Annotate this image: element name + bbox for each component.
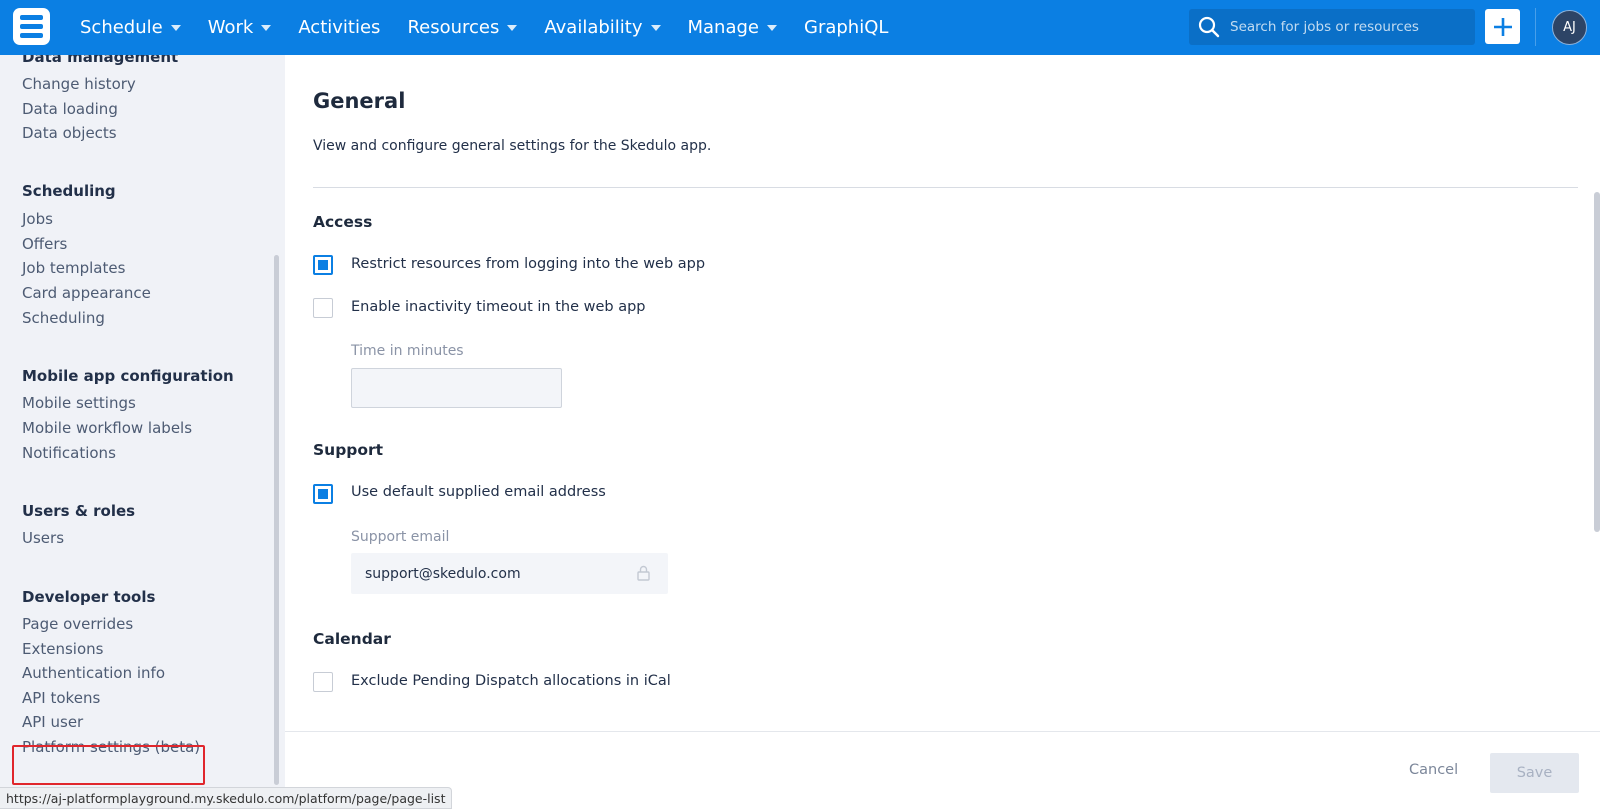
sidebar-item-authentication-info[interactable]: Authentication info [22, 664, 165, 682]
sidebar-item-mobile-settings[interactable]: Mobile settings [22, 394, 136, 412]
nav-label: Activities [298, 17, 381, 38]
nav-resources[interactable]: Resources [407, 17, 518, 38]
support-email-field: support@skedulo.com [351, 553, 668, 594]
access-heading: Access [313, 213, 373, 231]
nav-graphiql[interactable]: GraphiQL [804, 17, 888, 38]
main-nav: Schedule Work Activities Resources Avail… [80, 0, 915, 55]
default-email-checkbox[interactable] [313, 484, 333, 504]
restrict-resources-checkbox[interactable] [313, 255, 333, 275]
main-scrollbar[interactable] [1594, 192, 1600, 532]
nav-manage[interactable]: Manage [687, 17, 777, 38]
nav-availability[interactable]: Availability [544, 17, 661, 38]
sidebar-item-notifications[interactable]: Notifications [22, 444, 116, 462]
form-footer: Cancel Save [285, 731, 1600, 809]
nav-label: Work [207, 17, 254, 38]
sidebar-item-data-loading[interactable]: Data loading [22, 100, 118, 118]
support-email-value: support@skedulo.com [365, 565, 521, 582]
inactivity-timeout-label: Enable inactivity timeout in the web app [351, 299, 646, 315]
default-email-label: Use default supplied email address [351, 484, 606, 500]
nav-label: Resources [407, 17, 500, 38]
sidebar-item-users[interactable]: Users [22, 529, 64, 547]
sidebar-item-change-history[interactable]: Change history [22, 75, 136, 93]
nav-activities[interactable]: Activities [298, 17, 380, 38]
nav-divider [1535, 8, 1536, 46]
plus-icon [1493, 17, 1512, 36]
sidebar-item-api-tokens[interactable]: API tokens [22, 689, 100, 707]
nav-label: Schedule [80, 17, 163, 38]
restrict-resources-label: Restrict resources from logging into the… [351, 256, 706, 272]
save-button[interactable]: Save [1490, 753, 1579, 793]
sidebar-item-scheduling[interactable]: Scheduling [22, 309, 105, 327]
nav-label: GraphiQL [804, 17, 889, 38]
settings-sidebar: Data management Change history Data load… [0, 55, 285, 809]
chevron-down-icon [261, 24, 272, 31]
sidebar-section-title: Users & roles [22, 502, 136, 520]
page-description: View and configure general settings for … [313, 138, 712, 154]
sidebar-scrollbar[interactable] [274, 255, 279, 785]
top-nav-bar: Schedule Work Activities Resources Avail… [0, 0, 1600, 55]
chevron-down-icon [650, 24, 661, 31]
nav-schedule[interactable]: Schedule [80, 17, 181, 38]
time-in-minutes-input[interactable] [351, 368, 562, 408]
page-title: General [313, 89, 406, 113]
sidebar-item-api-user[interactable]: API user [22, 713, 83, 731]
sidebar-section-title: Developer tools [22, 588, 156, 606]
exclude-pending-label: Exclude Pending Dispatch allocations in … [351, 673, 671, 689]
user-avatar[interactable]: AJ [1552, 10, 1587, 45]
sidebar-item-page-overrides[interactable]: Page overrides [22, 615, 133, 633]
search-icon [1198, 16, 1220, 38]
chevron-down-icon [170, 24, 181, 31]
support-email-label: Support email [351, 529, 450, 545]
time-in-minutes-label: Time in minutes [351, 343, 464, 359]
search-input[interactable] [1230, 19, 1460, 35]
sidebar-item-card-appearance[interactable]: Card appearance [22, 284, 151, 302]
nav-label: Availability [544, 17, 643, 38]
sidebar-section-title: Scheduling [22, 182, 116, 200]
sidebar-item-job-templates[interactable]: Job templates [22, 259, 125, 277]
chevron-down-icon [767, 24, 777, 31]
sidebar-item-data-objects[interactable]: Data objects [22, 124, 117, 142]
general-settings-panel: General View and configure general setti… [285, 55, 1600, 809]
cancel-button[interactable]: Cancel [1409, 762, 1458, 778]
sidebar-item-extensions[interactable]: Extensions [22, 640, 103, 658]
highlight-annotation-box [12, 745, 205, 785]
status-bar-url: https://aj-platformplayground.my.skedulo… [0, 787, 453, 809]
sidebar-item-offers[interactable]: Offers [22, 235, 67, 253]
app-logo-icon[interactable] [13, 8, 50, 45]
sidebar-section-title: Mobile app configuration [22, 367, 234, 385]
section-divider [313, 187, 1578, 188]
lock-icon [637, 565, 650, 581]
sidebar-item-jobs[interactable]: Jobs [22, 210, 53, 228]
nav-label: Manage [687, 17, 760, 38]
support-heading: Support [313, 441, 384, 459]
calendar-heading: Calendar [313, 630, 391, 648]
global-search[interactable] [1189, 9, 1475, 45]
inactivity-timeout-checkbox[interactable] [313, 298, 333, 318]
chevron-down-icon [507, 24, 518, 31]
exclude-pending-checkbox[interactable] [313, 672, 333, 692]
sidebar-item-mobile-workflow-labels[interactable]: Mobile workflow labels [22, 419, 192, 437]
sidebar-section-title: Data management [22, 55, 179, 66]
create-new-button[interactable] [1485, 9, 1520, 44]
nav-work[interactable]: Work [208, 17, 272, 38]
